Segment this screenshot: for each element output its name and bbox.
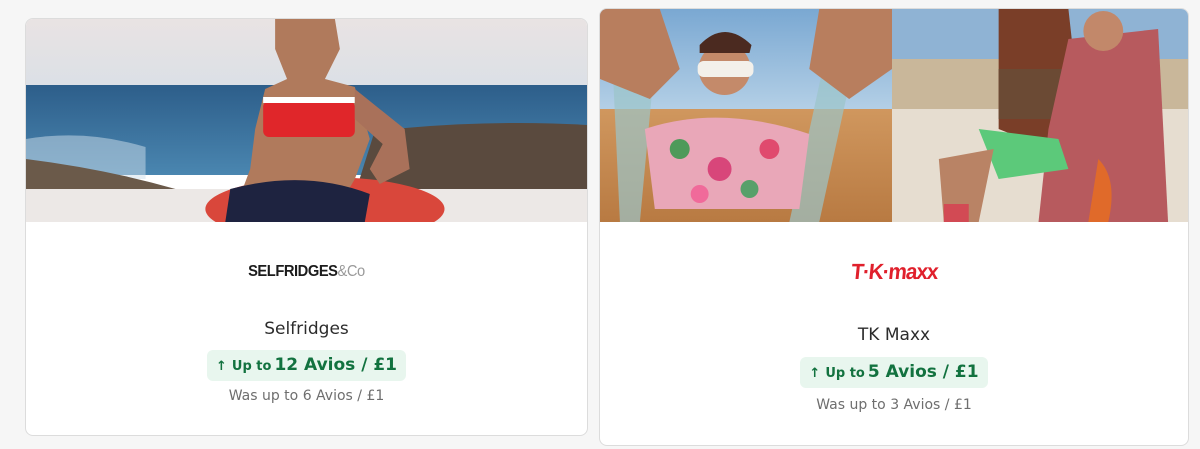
avios-rate-badge: ↑ Up to 12 Avios / £1: [207, 350, 406, 381]
retailer-card-selfridges[interactable]: SELFRIDGES&Co Selfridges ↑ Up to 12 Avios …: [25, 18, 588, 436]
retailer-name: Selfridges: [264, 319, 349, 339]
previous-rate: Was up to 6 Avios / £1: [228, 388, 385, 404]
selfridges-logo: SELFRIDGES&Co: [248, 263, 365, 280]
retailer-hero-image: [26, 19, 587, 222]
arrow-up-icon: ↑: [216, 359, 227, 374]
retailer-hero-image: [600, 9, 1188, 222]
arrow-up-icon: ↑: [809, 366, 821, 381]
previous-rate: Was up to 3 Avios / £1: [816, 397, 972, 413]
tkmaxx-logo: T·K·maxx: [849, 259, 939, 284]
avios-rate-badge: ↑ Up to 5 Avios / £1: [800, 357, 988, 388]
retailer-card-tkmaxx[interactable]: T·K·maxx TK Maxx ↑ Up to 5 Avios / £1 Was …: [599, 8, 1189, 446]
retailer-name: TK Maxx: [857, 325, 931, 345]
